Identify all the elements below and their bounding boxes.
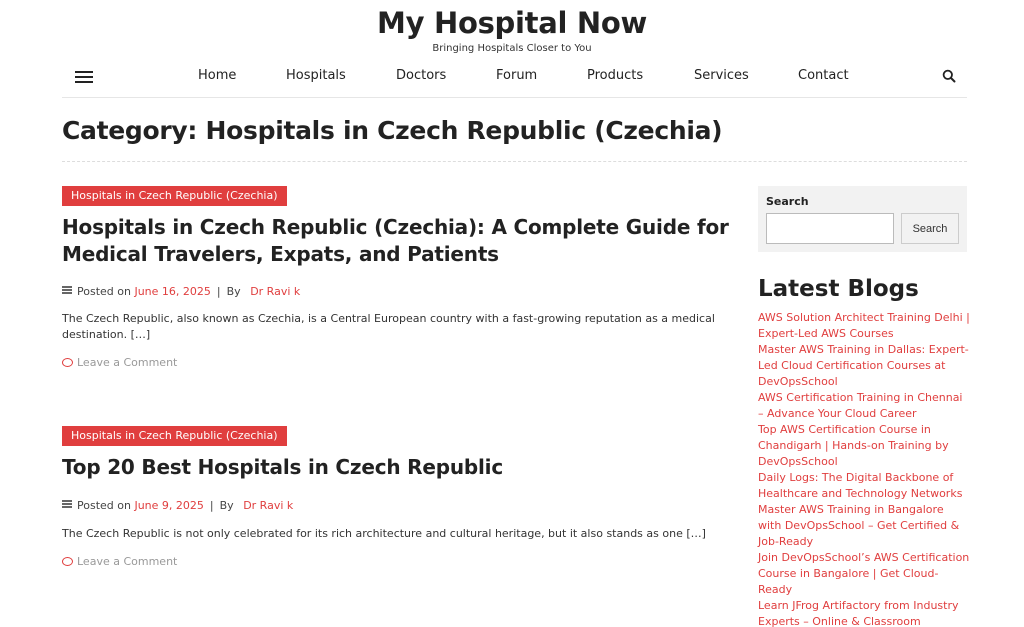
list-item: Master AWS Training in Bangalore with De… bbox=[758, 502, 970, 550]
post-date[interactable]: June 16, 2025 bbox=[134, 285, 210, 298]
post-meta: Posted on June 16, 2025 | By Dr Ravi k bbox=[62, 285, 300, 298]
latest-blog-link[interactable]: Learn JFrog Artifactory from Industry Ex… bbox=[758, 599, 959, 627]
list-item: Daily Logs: The Digital Backbone of Heal… bbox=[758, 470, 970, 502]
comment-label: Leave a Comment bbox=[77, 555, 178, 568]
comment-icon bbox=[62, 557, 73, 566]
search-button[interactable]: Search bbox=[901, 213, 959, 244]
hamburger-line bbox=[75, 81, 93, 83]
post-excerpt: The Czech Republic is not only celebrate… bbox=[62, 527, 706, 540]
post-category-badge[interactable]: Hospitals in Czech Republic (Czechia) bbox=[62, 186, 287, 206]
search-icon[interactable] bbox=[942, 69, 956, 83]
comment-label: Leave a Comment bbox=[77, 356, 178, 369]
site-tagline: Bringing Hospitals Closer to You bbox=[432, 43, 592, 54]
leave-comment-link[interactable]: Leave a Comment bbox=[62, 356, 177, 369]
latest-blog-link[interactable]: Master AWS Training in Bangalore with De… bbox=[758, 503, 959, 548]
list-item: Top AWS Certification Course in Chandiga… bbox=[758, 422, 970, 470]
nav-item-hospitals[interactable]: Hospitals bbox=[286, 68, 346, 83]
list-item: Learn JFrog Artifactory from Industry Ex… bbox=[758, 598, 970, 627]
by-label: By bbox=[226, 285, 241, 298]
menu-lines-icon bbox=[62, 500, 72, 508]
list-item: AWS Certification Training in Chennai – … bbox=[758, 390, 970, 422]
meta-separator: | bbox=[216, 285, 221, 298]
hamburger-icon[interactable] bbox=[75, 70, 93, 84]
post-date[interactable]: June 9, 2025 bbox=[134, 499, 203, 512]
search-label: Search bbox=[766, 195, 809, 208]
latest-blogs-heading: Latest Blogs bbox=[758, 276, 919, 302]
post-title[interactable]: Hospitals in Czech Republic (Czechia): A… bbox=[62, 214, 732, 268]
posted-on-label: Posted on bbox=[77, 285, 131, 298]
latest-blog-link[interactable]: AWS Certification Training in Chennai – … bbox=[758, 391, 963, 420]
nav-item-products[interactable]: Products bbox=[587, 68, 643, 83]
page-title: Category: Hospitals in Czech Republic (C… bbox=[62, 116, 723, 145]
divider bbox=[62, 161, 967, 162]
hamburger-line bbox=[75, 76, 93, 78]
latest-blog-link[interactable]: Daily Logs: The Digital Backbone of Heal… bbox=[758, 471, 962, 500]
latest-blog-link[interactable]: Master AWS Training in Dallas: Expert-Le… bbox=[758, 343, 969, 388]
meta-separator: | bbox=[209, 499, 214, 512]
nav-item-home[interactable]: Home bbox=[198, 68, 236, 83]
search-input[interactable] bbox=[766, 213, 894, 244]
site-title[interactable]: My Hospital Now bbox=[0, 6, 1024, 40]
main-navigation: Home Hospitals Doctors Forum Products Se… bbox=[62, 62, 967, 98]
sidebar-search-widget: Search Search bbox=[758, 186, 967, 252]
post-category-badge[interactable]: Hospitals in Czech Republic (Czechia) bbox=[62, 426, 287, 446]
nav-item-services[interactable]: Services bbox=[694, 68, 749, 83]
nav-item-forum[interactable]: Forum bbox=[496, 68, 537, 83]
post-excerpt: The Czech Republic, also known as Czechi… bbox=[62, 312, 715, 341]
latest-blog-link[interactable]: AWS Solution Architect Training Delhi | … bbox=[758, 311, 970, 340]
leave-comment-link[interactable]: Leave a Comment bbox=[62, 555, 177, 568]
list-item: Join DevOpsSchool’s AWS Certification Co… bbox=[758, 550, 970, 598]
post-meta: Posted on June 9, 2025 | By Dr Ravi k bbox=[62, 499, 293, 512]
post-author[interactable]: Dr Ravi k bbox=[250, 285, 300, 298]
list-item: AWS Solution Architect Training Delhi | … bbox=[758, 310, 970, 342]
menu-lines-icon bbox=[62, 286, 72, 294]
post-title[interactable]: Top 20 Best Hospitals in Czech Republic bbox=[62, 454, 732, 481]
hamburger-line bbox=[75, 71, 93, 73]
latest-blog-link[interactable]: Top AWS Certification Course in Chandiga… bbox=[758, 423, 949, 468]
latest-blog-link[interactable]: Join DevOpsSchool’s AWS Certification Co… bbox=[758, 551, 969, 596]
post-author[interactable]: Dr Ravi k bbox=[243, 499, 293, 512]
nav-item-doctors[interactable]: Doctors bbox=[396, 68, 446, 83]
by-label: By bbox=[219, 499, 234, 512]
posted-on-label: Posted on bbox=[77, 499, 131, 512]
nav-item-contact[interactable]: Contact bbox=[798, 68, 849, 83]
list-item: Master AWS Training in Dallas: Expert-Le… bbox=[758, 342, 970, 390]
latest-blogs-list: AWS Solution Architect Training Delhi | … bbox=[758, 310, 970, 627]
comment-icon bbox=[62, 358, 73, 367]
